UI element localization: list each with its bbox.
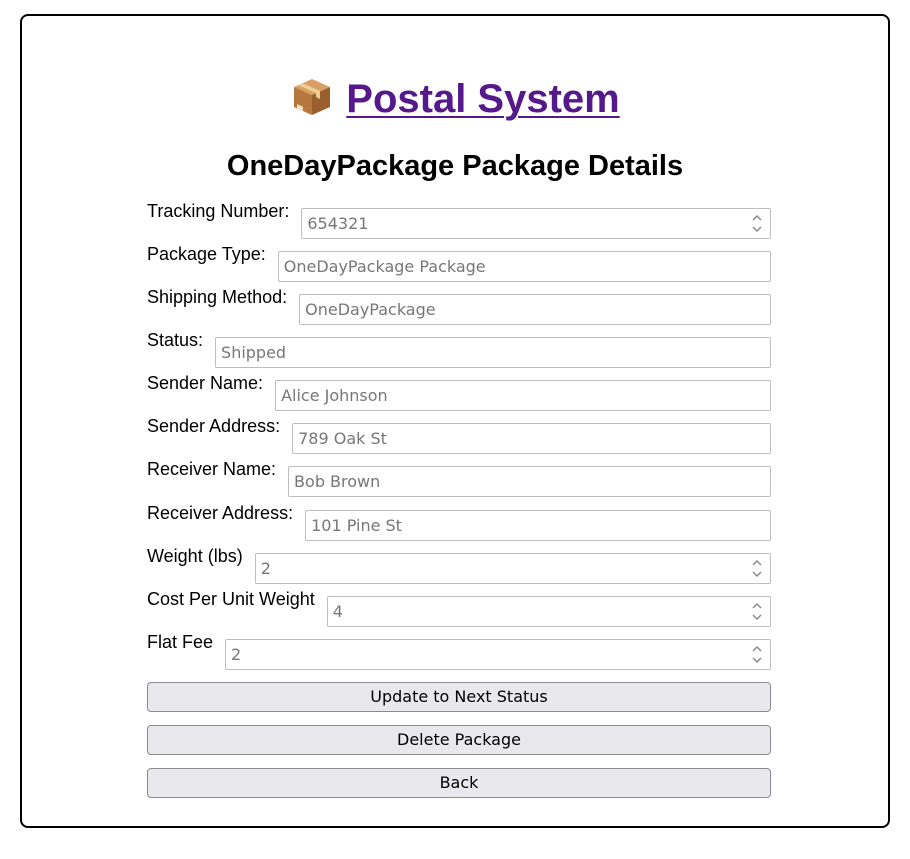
shipping-method-row: Shipping Method: [147,287,771,325]
delete-package-button[interactable]: Delete Package [147,725,771,755]
sender-address-row: Sender Address: [147,416,771,454]
weight-row: Weight (lbs) [147,546,771,584]
package-type-field[interactable] [277,251,771,282]
page-title: OneDayPackage Package Details [226,150,684,182]
site-title-text: Postal System [346,77,620,121]
number-spinner-icon[interactable] [750,643,764,666]
package-type-row: Package Type: [147,244,771,282]
package-type-input[interactable] [278,252,770,281]
number-spinner-icon[interactable] [750,212,764,235]
receiver-name-label: Receiver Name: [147,459,277,479]
receiver-name-row: Receiver Name: [147,459,771,497]
receiver-name-field[interactable] [288,466,771,497]
flat-fee-input[interactable] [226,640,770,669]
number-spinner-icon[interactable] [750,557,764,580]
tracking-number-input[interactable] [302,209,770,238]
cost-per-unit-weight-field[interactable] [326,596,771,627]
package-type-label: Package Type: [147,244,266,264]
sender-name-label: Sender Name: [147,373,264,393]
back-button[interactable]: Back [147,768,771,798]
home-link[interactable]: Postal System [290,74,620,121]
weight-field[interactable] [254,553,771,584]
tracking-number-row: Tracking Number: [147,201,771,239]
package-box-icon [290,74,334,118]
receiver-address-input[interactable] [306,511,770,540]
sender-name-input[interactable] [276,381,770,410]
shipping-method-label: Shipping Method: [147,287,288,307]
receiver-address-field[interactable] [305,510,771,541]
status-label: Status: [147,330,204,350]
status-input[interactable] [216,338,770,367]
flat-fee-label: Flat Fee [147,632,214,652]
status-field[interactable] [215,337,771,368]
shipping-method-input[interactable] [300,295,770,324]
update-status-button[interactable]: Update to Next Status [147,682,771,712]
cost-per-unit-weight-input[interactable] [327,597,770,626]
cost-per-unit-weight-row: Cost Per Unit Weight [147,589,771,627]
weight-label: Weight (lbs) [147,546,243,566]
status-row: Status: [147,330,771,368]
number-spinner-icon[interactable] [750,600,764,623]
tracking-number-field[interactable] [301,208,771,239]
receiver-address-label: Receiver Address: [147,503,294,523]
flat-fee-row: Flat Fee [147,632,771,670]
tracking-number-label: Tracking Number: [147,201,290,221]
flat-fee-field[interactable] [225,639,771,670]
details-card: Postal System OneDayPackage Package Deta… [20,14,890,828]
cost-per-unit-weight-label: Cost Per Unit Weight [147,589,315,609]
sender-name-field[interactable] [275,380,771,411]
sender-address-label: Sender Address: [147,416,281,436]
shipping-method-field[interactable] [299,294,771,325]
receiver-address-row: Receiver Address: [147,503,771,541]
weight-input[interactable] [255,554,770,583]
sender-address-field[interactable] [292,423,771,454]
site-header: Postal System [22,74,888,124]
sender-name-row: Sender Name: [147,373,771,411]
sender-address-input[interactable] [293,424,770,453]
receiver-name-input[interactable] [289,467,770,496]
